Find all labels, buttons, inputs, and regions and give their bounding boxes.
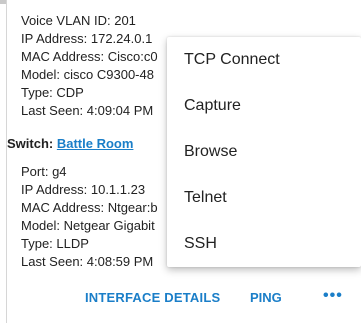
interface-details-button[interactable]: INTERFACE DETAILS: [85, 290, 220, 305]
switch-name-link[interactable]: Battle Room: [57, 136, 134, 151]
switch-label: Switch:: [7, 136, 54, 151]
voice-vlan-text: Voice VLAN ID: 201: [21, 13, 136, 28]
menu-item-ssh[interactable]: SSH: [167, 221, 361, 267]
menu-item-telnet[interactable]: Telnet: [167, 175, 361, 221]
menu-item-capture[interactable]: Capture: [167, 83, 361, 129]
ping-button[interactable]: PING: [250, 290, 282, 305]
more-options-icon[interactable]: •••: [323, 287, 343, 305]
menu-item-browse[interactable]: Browse: [167, 129, 361, 175]
switch-row: Switch: Battle Room: [7, 135, 133, 153]
menu-item-tcp-connect[interactable]: TCP Connect: [167, 37, 361, 83]
overflow-menu: TCP Connect Capture Browse Telnet SSH: [167, 37, 361, 267]
card-actions: INTERFACE DETAILS PING •••: [7, 287, 361, 312]
